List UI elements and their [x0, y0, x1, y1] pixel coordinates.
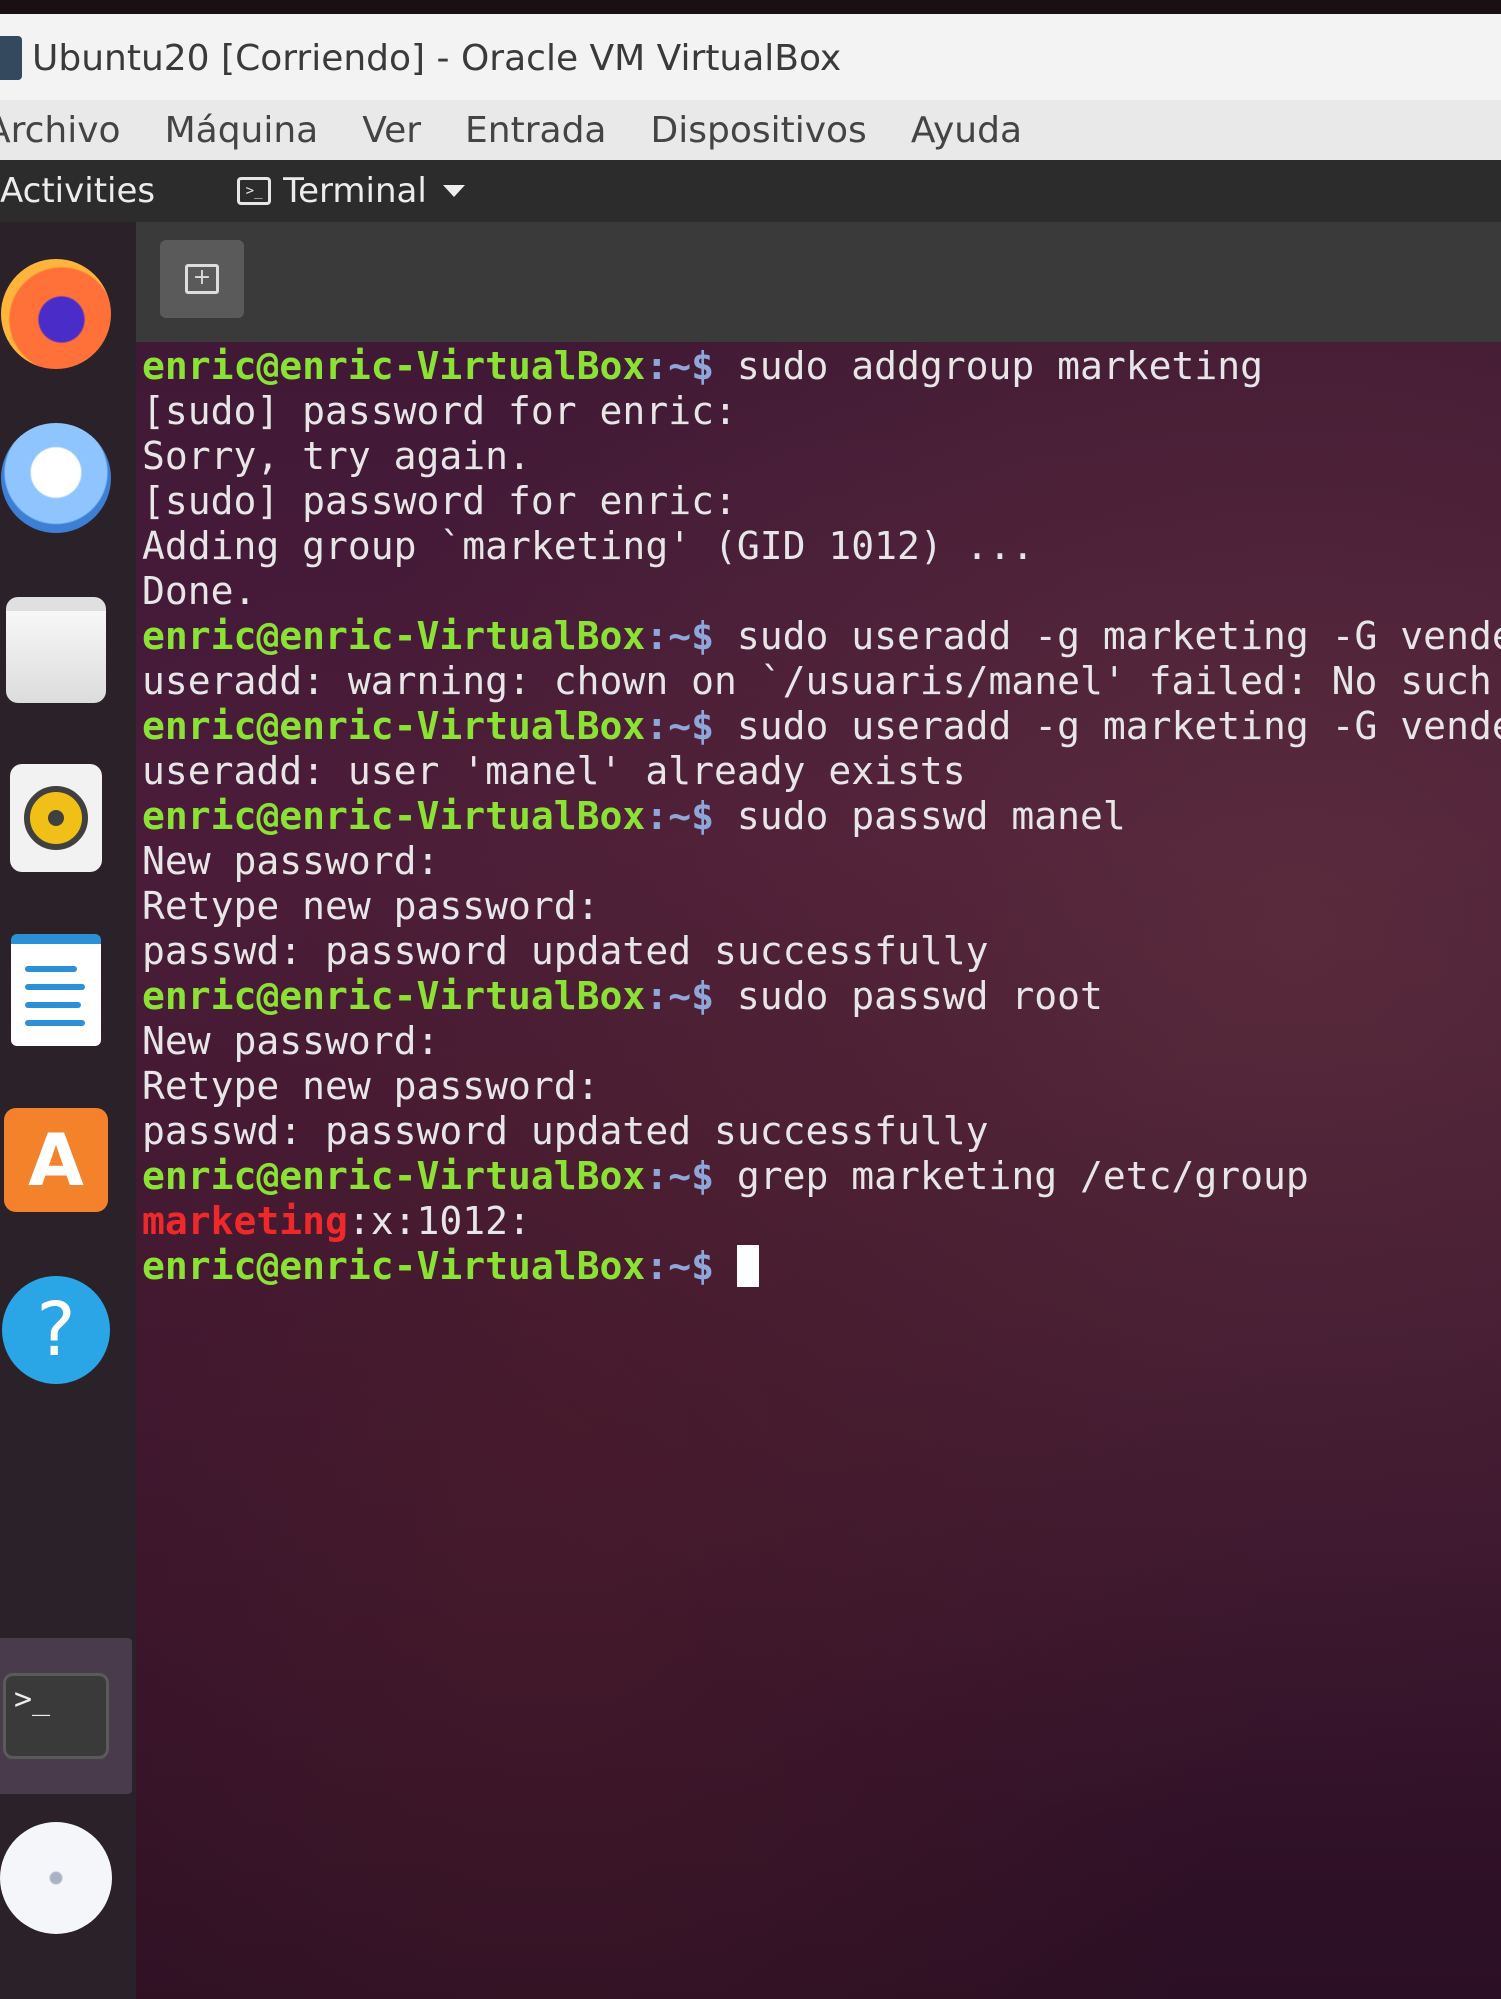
thunderbird-icon	[1, 423, 111, 533]
dock-writer[interactable]	[0, 934, 112, 1046]
dock-files[interactable]	[0, 594, 112, 706]
prompt-user: enric@enric-VirtualBox	[142, 1154, 646, 1198]
terminal-small-icon: >_	[237, 177, 272, 205]
prompt-path: :~$	[645, 794, 714, 838]
dock-thunderbird[interactable]	[0, 422, 112, 534]
output-text: passwd: password updated successfully	[142, 1109, 989, 1153]
activities-button[interactable]: Activities	[0, 171, 155, 211]
dock-software[interactable]: A	[0, 1104, 112, 1216]
terminal-line: enric@enric-VirtualBox:~$ sudo useradd -…	[142, 704, 1501, 749]
prompt-user: enric@enric-VirtualBox	[142, 794, 646, 838]
menu-entrada[interactable]: Entrada	[465, 110, 606, 151]
command-text: sudo passwd root	[713, 974, 1103, 1018]
output-text: [sudo] password for enric:	[142, 479, 737, 523]
command-text: sudo useradd -g marketing -G vendes	[713, 614, 1501, 658]
terminal-line: marketing:x:1012:	[142, 1199, 1501, 1244]
terminal-line: useradd: warning: chown on `/usuaris/man…	[142, 659, 1501, 704]
dock-firefox[interactable]	[0, 258, 112, 370]
prompt-path: :~$	[645, 614, 714, 658]
terminal-line: Sorry, try again.	[142, 434, 1501, 479]
output-text: Sorry, try again.	[142, 434, 531, 478]
libreoffice-writer-icon	[11, 934, 101, 1046]
grep-match: marketing	[142, 1199, 348, 1243]
files-icon	[6, 597, 106, 703]
command-text: sudo addgroup marketing	[713, 344, 1264, 388]
dock-terminal[interactable]: >_	[0, 1660, 112, 1772]
terminal-window[interactable]: + enric@enric-VirtualBox:~$ sudo addgrou…	[136, 222, 1501, 1999]
prompt-path: :~$	[645, 1244, 714, 1288]
dock-dvd[interactable]	[0, 1822, 112, 1934]
prompt-user: enric@enric-VirtualBox	[142, 344, 646, 388]
terminal-icon: >_	[3, 1673, 109, 1759]
menu-ayuda[interactable]: Ayuda	[911, 110, 1022, 151]
terminal-line: [sudo] password for enric:	[142, 389, 1501, 434]
app-menu-label: Terminal	[283, 171, 427, 211]
prompt-path: :~$	[645, 344, 714, 388]
menu-ver[interactable]: Ver	[362, 110, 421, 151]
terminal-headerbar: +	[136, 222, 1501, 342]
output-text: [sudo] password for enric:	[142, 389, 737, 433]
terminal-line: New password:	[142, 839, 1501, 884]
menu-dispositivos[interactable]: Dispositivos	[650, 110, 866, 151]
terminal-line: enric@enric-VirtualBox:~$ sudo passwd ma…	[142, 794, 1501, 839]
terminal-line: New password:	[142, 1019, 1501, 1064]
ubuntu-software-icon: A	[4, 1108, 108, 1212]
prompt-path: :~$	[645, 1154, 714, 1198]
dvd-icon	[0, 1822, 112, 1934]
terminal-line: enric@enric-VirtualBox:~$ grep marketing…	[142, 1154, 1501, 1199]
dock-rhythmbox[interactable]	[0, 762, 112, 874]
terminal-line: enric@enric-VirtualBox:~$	[142, 1244, 1501, 1289]
ubuntu-topbar: Activities >_ Terminal	[0, 160, 1501, 222]
prompt-user: enric@enric-VirtualBox	[142, 614, 646, 658]
virtualbox-icon	[0, 36, 22, 80]
help-icon: ?	[2, 1276, 110, 1384]
output-text: Retype new password:	[142, 1064, 600, 1108]
output-text: useradd: warning: chown on `/usuaris/man…	[142, 659, 1501, 703]
text-cursor	[736, 1245, 759, 1287]
prompt-user: enric@enric-VirtualBox	[142, 1244, 646, 1288]
terminal-line: Adding group `marketing' (GID 1012) ...	[142, 524, 1501, 569]
command-text: sudo passwd manel	[713, 794, 1126, 838]
window-title: Ubuntu20 [Corriendo] - Oracle VM Virtual…	[32, 37, 842, 79]
terminal-line: enric@enric-VirtualBox:~$ sudo addgroup …	[142, 344, 1501, 389]
output-text: :x:1012:	[347, 1199, 531, 1243]
terminal-line: Retype new password:	[142, 1064, 1501, 1109]
terminal-line: useradd: user 'manel' already exists	[142, 749, 1501, 794]
output-text: New password:	[142, 1019, 440, 1063]
prompt-user: enric@enric-VirtualBox	[142, 974, 646, 1018]
prompt-path: :~$	[645, 974, 714, 1018]
terminal-line: Done.	[142, 569, 1501, 614]
output-text: passwd: password updated successfully	[142, 929, 989, 973]
vbox-menubar: Archivo Máquina Ver Entrada Dispositivos…	[0, 100, 1501, 160]
output-text: New password:	[142, 839, 440, 883]
command-text	[714, 1244, 737, 1288]
firefox-icon	[1, 259, 111, 369]
new-tab-button[interactable]: +	[160, 240, 244, 318]
new-tab-icon: +	[185, 264, 219, 294]
menu-archivo[interactable]: Archivo	[0, 110, 121, 151]
app-menu-terminal[interactable]: >_ Terminal	[237, 171, 465, 211]
terminal-output[interactable]: enric@enric-VirtualBox:~$ sudo addgroup …	[142, 344, 1501, 1289]
dock-help[interactable]: ?	[0, 1274, 112, 1386]
rhythmbox-icon	[10, 764, 102, 872]
output-text: Done.	[142, 569, 257, 613]
output-text: useradd: user 'manel' already exists	[142, 749, 966, 793]
terminal-line: passwd: password updated successfully	[142, 929, 1501, 974]
ubuntu-dock: A ? >_	[0, 222, 136, 1999]
command-text: grep marketing /etc/group	[713, 1154, 1309, 1198]
output-text: Retype new password:	[142, 884, 600, 928]
terminal-line: [sudo] password for enric:	[142, 479, 1501, 524]
terminal-line: enric@enric-VirtualBox:~$ sudo useradd -…	[142, 614, 1501, 659]
terminal-line: Retype new password:	[142, 884, 1501, 929]
prompt-user: enric@enric-VirtualBox	[142, 704, 646, 748]
window-titlebar: Ubuntu20 [Corriendo] - Oracle VM Virtual…	[0, 14, 1501, 102]
terminal-line: enric@enric-VirtualBox:~$ sudo passwd ro…	[142, 974, 1501, 1019]
terminal-line: passwd: password updated successfully	[142, 1109, 1501, 1154]
prompt-path: :~$	[645, 704, 714, 748]
chevron-down-icon	[442, 185, 465, 197]
command-text: sudo useradd -g marketing -G vendes	[713, 704, 1501, 748]
menu-maquina[interactable]: Máquina	[165, 110, 319, 151]
output-text: Adding group `marketing' (GID 1012) ...	[142, 524, 1035, 568]
